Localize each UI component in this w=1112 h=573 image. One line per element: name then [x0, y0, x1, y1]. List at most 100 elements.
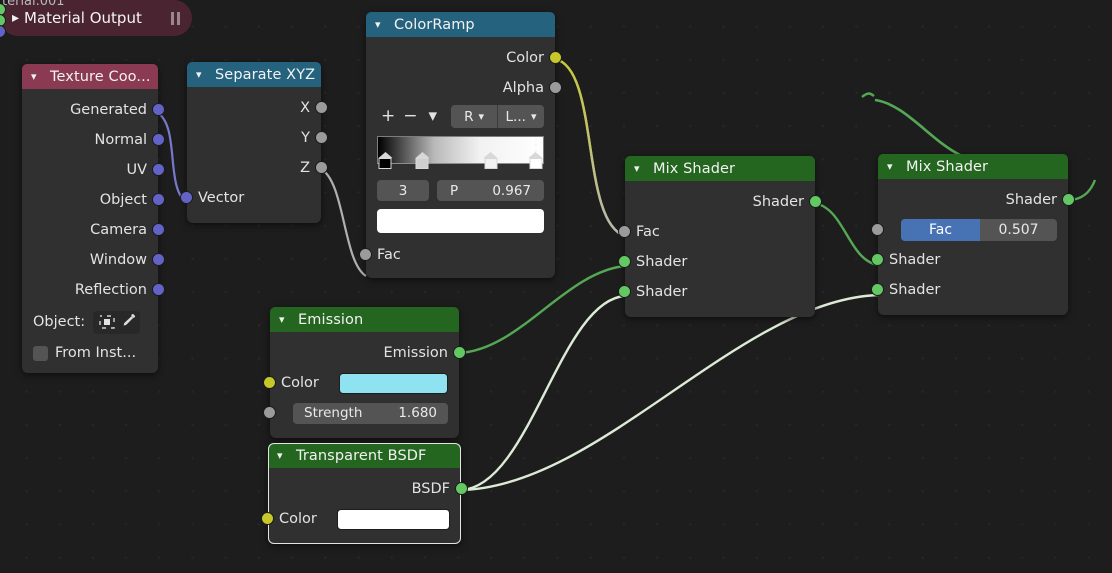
socket-output-shader[interactable] [809, 195, 822, 208]
socket-output-x[interactable] [315, 101, 328, 114]
chevron-down-icon[interactable]: ▾ [887, 161, 900, 172]
chevron-down-icon[interactable]: ▾ [375, 19, 388, 30]
colorramp-mode-group[interactable]: R ▾ L... ▾ [451, 105, 544, 128]
socket-output-generated[interactable] [152, 103, 165, 116]
socket-input-shader-2[interactable] [871, 283, 884, 296]
chevron-right-icon[interactable]: ▸ [12, 11, 19, 25]
socket-input-displacement[interactable] [0, 25, 6, 38]
node-header-mix-shader-1[interactable]: ▾ Mix Shader [625, 156, 815, 181]
node-body-texture-coordinate: Generated Normal UV Object Camera Window [22, 89, 165, 373]
node-mix-shader-1[interactable]: ▾ Mix Shader Shader Fac Shader Shader [618, 156, 822, 317]
colorramp-baseline [377, 163, 544, 164]
socket-input-fac[interactable] [359, 248, 372, 261]
output-row-generated: Generated [22, 95, 165, 125]
chevron-down-icon[interactable]: ▾ [277, 450, 290, 461]
input-row-fac: Fac [618, 217, 815, 247]
interpolation-dropdown[interactable]: L... ▾ [498, 105, 544, 128]
socket-output-z[interactable] [315, 161, 328, 174]
output-row-shader: Shader [625, 187, 822, 217]
output-row-reflection: Reflection [22, 275, 165, 305]
colorramp-gradient-bar[interactable] [377, 136, 544, 164]
color-mode-dropdown[interactable]: R ▾ [451, 105, 499, 128]
output-label: X [300, 100, 310, 116]
chevron-down-icon[interactable]: ▾ [634, 163, 647, 174]
socket-input-shader-2[interactable] [618, 285, 631, 298]
strength-field[interactable]: Strength 1.680 [293, 402, 448, 424]
socket-output-color[interactable] [549, 51, 562, 64]
colorramp-stop[interactable] [378, 152, 393, 170]
node-transparent-bsdf[interactable]: ▾ Transparent BSDF BSDF Color [261, 443, 468, 544]
link-color-to-mix1-fac [554, 57, 626, 238]
socket-input-shader-1[interactable] [618, 255, 631, 268]
chevron-down-icon: ▾ [530, 110, 537, 123]
eyedropper-icon[interactable] [120, 313, 136, 331]
node-separate-xyz[interactable]: ▾ Separate XYZ X Y Z Vector [180, 62, 328, 223]
colorramp-stop[interactable] [483, 152, 498, 170]
object-picker[interactable] [93, 310, 141, 334]
pause-icon[interactable] [171, 11, 180, 25]
node-header-mix-shader-2[interactable]: ▾ Mix Shader [878, 154, 1068, 179]
chevron-down-icon[interactable]: ▾ [31, 71, 44, 82]
colorramp-stop-active[interactable] [528, 138, 543, 170]
node-title: Mix Shader [906, 158, 989, 175]
fac-slider[interactable]: Fac 0.507 [901, 219, 1057, 241]
socket-input-fac[interactable] [871, 223, 884, 236]
colorramp-toolbar[interactable]: + − ▾ R ▾ L... ▾ [366, 103, 555, 130]
node-texture-coordinate[interactable]: ▾ Texture Coo... Generated Normal UV Obj… [22, 64, 165, 373]
node-emission[interactable]: ▾ Emission Emission Color Strength 1.680 [263, 307, 466, 438]
from-instancer-checkbox[interactable] [33, 345, 48, 361]
node-header-transparent-bsdf[interactable]: ▾ Transparent BSDF [268, 443, 461, 468]
colorramp-gradient-widget[interactable] [377, 136, 544, 174]
output-label: Window [89, 252, 147, 268]
socket-input-shader-1[interactable] [871, 253, 884, 266]
socket-input-color[interactable] [263, 376, 276, 389]
emission-color-swatch[interactable] [338, 372, 448, 394]
output-row-camera: Camera [22, 215, 165, 245]
node-mix-shader-2[interactable]: ▾ Mix Shader Shader Fac 0.507 Shader Sha… [871, 154, 1075, 315]
output-label: Generated [70, 102, 147, 118]
object-icon [99, 315, 115, 329]
socket-output-window[interactable] [152, 253, 165, 266]
input-label: Shader [636, 254, 688, 270]
socket-output-camera[interactable] [152, 223, 165, 236]
active-stop-index-field[interactable]: 3 [377, 180, 429, 201]
socket-input-color[interactable] [261, 512, 274, 525]
socket-output-shader[interactable] [1062, 193, 1075, 206]
output-label: Z [300, 160, 310, 176]
socket-output-emission[interactable] [453, 346, 466, 359]
chevron-down-icon[interactable]: ▾ [279, 314, 292, 325]
colorramp-stop[interactable] [415, 152, 430, 170]
remove-stop-button[interactable]: − [399, 108, 421, 125]
socket-output-uv[interactable] [152, 163, 165, 176]
node-header-separate-xyz[interactable]: ▾ Separate XYZ [187, 62, 321, 87]
socket-output-normal[interactable] [152, 133, 165, 146]
chevron-down-icon[interactable]: ▾ [196, 69, 209, 80]
strength-value: 1.680 [398, 405, 437, 421]
transparent-color-swatch[interactable] [336, 508, 450, 530]
node-colorramp[interactable]: ▾ ColorRamp Color Alpha + − ▾ R ▾ L... ▾… [359, 12, 562, 278]
colorramp-stop-fields[interactable]: 3 P 0.967 [377, 180, 544, 201]
node-header-colorramp[interactable]: ▾ ColorRamp [366, 12, 555, 37]
socket-output-object[interactable] [152, 193, 165, 206]
socket-output-alpha[interactable] [549, 81, 562, 94]
node-header-texture-coordinate[interactable]: ▾ Texture Coo... [22, 64, 158, 89]
input-row-strength: Strength 1.680 [263, 398, 459, 428]
chevron-down-icon: ▾ [478, 110, 484, 123]
socket-output-bsdf[interactable] [455, 482, 468, 495]
socket-output-reflection[interactable] [152, 283, 165, 296]
socket-input-fac[interactable] [618, 225, 631, 238]
link-transparent-to-mix1-shader2 [460, 294, 626, 492]
socket-input-strength[interactable] [263, 406, 276, 419]
blender-node-editor[interactable]: terial.001 ▾ Texture Coo... Generated No… [0, 0, 1112, 573]
colorramp-options-menu-icon[interactable]: ▾ [422, 108, 442, 125]
stop-position-field[interactable]: P 0.967 [437, 180, 544, 201]
socket-input-vector[interactable] [180, 191, 193, 204]
stop-color-box [484, 158, 498, 169]
output-row-window: Window [22, 245, 165, 275]
active-stop-color-swatch[interactable] [377, 209, 544, 233]
node-header-emission[interactable]: ▾ Emission [270, 307, 459, 332]
socket-output-y[interactable] [315, 131, 328, 144]
from-instancer-row[interactable]: From Inst... [22, 339, 158, 367]
node-title: Separate XYZ [215, 66, 316, 83]
add-stop-button[interactable]: + [377, 108, 399, 125]
